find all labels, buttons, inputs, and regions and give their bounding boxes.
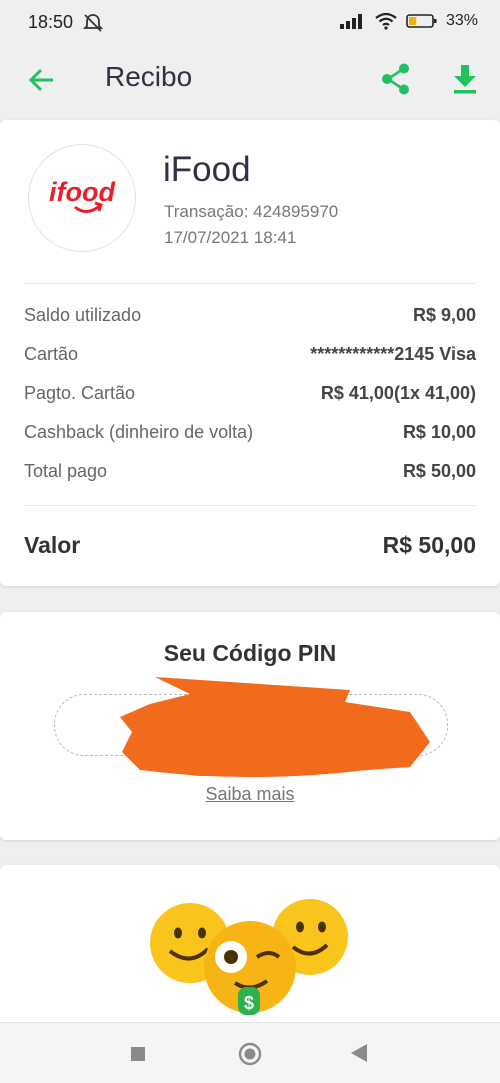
row-value: ************2145 Visa <box>310 344 476 364</box>
row-value: R$ 50,00 <box>402 461 476 481</box>
row-label: Pagto. Cartão <box>24 383 136 403</box>
row-value: R$ 9,00 <box>412 305 476 325</box>
merchant-name: iFood <box>163 150 251 189</box>
pin-card: Seu Código PIN Saiba mais <box>0 612 500 840</box>
total-label: Valor <box>24 532 81 558</box>
pin-title: Seu Código PIN <box>163 640 337 666</box>
circle-icon[interactable] <box>238 1042 262 1066</box>
receipt-row: Pagto. Cartão R$ 41,00(1x 41,00) <box>24 383 476 409</box>
saiba-mais-link[interactable]: Saiba mais <box>0 784 500 805</box>
page-title: Recibo <box>105 61 193 92</box>
transaction-date: 17/07/2021 18:41 <box>164 228 297 247</box>
dnd-icon <box>82 14 104 32</box>
signal-icon <box>339 14 362 29</box>
row-label: Cartão <box>24 344 79 364</box>
row-value: R$ 10,00 <box>402 422 476 442</box>
total-value: R$ 50,00 <box>382 532 476 558</box>
transaction-id: Transação: 424895970 <box>164 202 339 221</box>
svg-text:ifood: ifood <box>49 177 115 207</box>
receipt-row: Cashback (dinheiro de volta) R$ 10,00 <box>24 422 476 448</box>
receipt-row: Saldo utilizado R$ 9,00 <box>24 305 476 331</box>
app-bar: Recibo <box>0 48 500 112</box>
status-icons: 33% <box>339 12 478 30</box>
system-nav-bar <box>0 1022 500 1083</box>
battery-percent: 33% <box>445 12 478 29</box>
merchant-logo: ifood <box>28 144 136 252</box>
divider <box>24 505 476 506</box>
divider <box>24 283 476 284</box>
download-icon[interactable] <box>449 62 481 96</box>
money-symbol: $ <box>244 993 254 1013</box>
row-value: R$ 41,00(1x 41,00) <box>320 383 476 403</box>
status-bar: 18:50 33% <box>0 0 500 48</box>
row-label: Cashback (dinheiro de volta) <box>24 422 254 442</box>
wifi-icon <box>375 12 397 30</box>
status-time: 18:50 <box>28 12 74 32</box>
receipt-row: Cartão ************2145 Visa <box>24 344 476 370</box>
receipt-card: ifood iFood Transação: 424895970 17/07/2… <box>0 120 500 586</box>
row-label: Total pago <box>24 461 108 481</box>
share-icon[interactable] <box>379 62 413 96</box>
emoji-faces-illustration: $ <box>150 899 348 1015</box>
row-label: Saldo utilizado <box>24 305 142 325</box>
ifood-logo: ifood <box>49 177 115 213</box>
square-icon[interactable] <box>131 1047 145 1061</box>
redaction-scribble <box>120 677 430 778</box>
battery-icon <box>406 14 437 28</box>
arrow-left-icon[interactable] <box>26 64 58 96</box>
receipt-row: Total pago R$ 50,00 <box>24 461 476 487</box>
triangle-back-icon[interactable] <box>350 1043 368 1063</box>
